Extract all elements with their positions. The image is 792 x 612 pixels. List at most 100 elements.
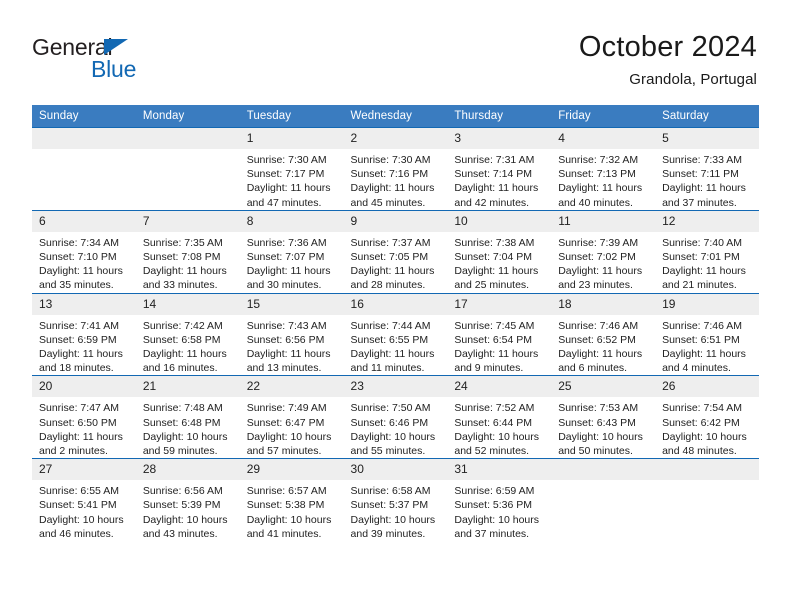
daylight-duration-line1: Daylight: 11 hours <box>558 182 643 195</box>
calendar-day-cell[interactable]: 8 Sunrise: 7:36 AM Sunset: 7:07 PM Daylight… <box>239 209 344 294</box>
sunset-time: Sunset: 7:08 PM <box>142 251 221 264</box>
daylight-duration-line2: and 28 minutes. <box>350 279 426 292</box>
day-number: 23 <box>343 376 448 398</box>
sunrise-time: Sunrise: 6:57 AM <box>246 485 327 498</box>
calendar-day-cell[interactable]: 29 Sunrise: 6:57 AM Sunset: 5:38 PM Dayligh… <box>239 458 344 542</box>
calendar-day-cell[interactable]: 25 Sunrise: 7:53 AM Sunset: 6:43 PM Dayligh… <box>551 375 656 459</box>
calendar-day-cell[interactable]: 15 Sunrise: 7:43 AM Sunset: 6:56 PM Dayligh… <box>239 292 344 376</box>
calendar-day-cell[interactable]: 20 Sunrise: 7:47 AM Sunset: 6:50 PM Dayligh… <box>32 375 136 459</box>
calendar-day-cell[interactable]: 26 Sunrise: 7:54 AM Sunset: 6:42 PM Dayligh… <box>655 375 759 459</box>
daylight-duration-line2: and 50 minutes. <box>558 445 633 458</box>
calendar-day-cell[interactable]: 3 Sunrise: 7:31 AM Sunset: 7:14 PM Daylight… <box>447 127 552 211</box>
calendar-day-cell[interactable]: 24 Sunrise: 7:52 AM Sunset: 6:44 PM Dayligh… <box>447 375 552 459</box>
weekday-header-friday: Friday <box>551 105 656 128</box>
calendar-day-cell[interactable]: 28 Sunrise: 6:56 AM Sunset: 5:39 PM Dayligh… <box>135 458 240 542</box>
sunrise-time: Sunrise: 7:47 AM <box>39 402 119 415</box>
calendar-week-row: 13 Sunrise: 7:41 AM Sunset: 6:59 PM Dayligh… <box>32 292 759 376</box>
daylight-duration-line2: and 33 minutes. <box>142 279 218 292</box>
day-sun-info: Sunrise: 7:54 AM Sunset: 6:42 PM Daylight:… <box>655 397 759 458</box>
day-number: 29 <box>239 459 344 481</box>
daylight-duration-line1: Daylight: 11 hours <box>350 265 435 278</box>
day-number <box>551 459 656 481</box>
sunset-time: Sunset: 6:43 PM <box>558 416 636 429</box>
daylight-duration-line1: Daylight: 11 hours <box>662 265 746 278</box>
daylight-duration-line2: and 39 minutes. <box>350 527 426 540</box>
calendar-day-cell-empty <box>135 127 240 211</box>
daylight-duration-line1: Daylight: 11 hours <box>246 182 331 195</box>
daylight-duration-line2: and 52 minutes. <box>454 445 530 458</box>
day-sun-info: Sunrise: 7:30 AM Sunset: 7:17 PM Daylight:… <box>240 149 344 210</box>
calendar-day-cell[interactable]: 30 Sunrise: 6:58 AM Sunset: 5:37 PM Dayligh… <box>343 458 448 542</box>
calendar-day-cell[interactable]: 19 Sunrise: 7:46 AM Sunset: 6:51 PM Dayligh… <box>655 292 759 376</box>
sunrise-time: Sunrise: 7:43 AM <box>246 319 327 332</box>
daylight-duration-line1: Daylight: 11 hours <box>246 265 331 278</box>
daylight-duration-line2: and 9 minutes. <box>454 362 524 375</box>
daylight-duration-line2: and 47 minutes. <box>246 196 322 209</box>
sunrise-time: Sunrise: 7:45 AM <box>454 319 535 332</box>
day-sun-info: Sunrise: 6:59 AM Sunset: 5:36 PM Daylight:… <box>447 480 551 541</box>
calendar-day-cell[interactable]: 2 Sunrise: 7:30 AM Sunset: 7:16 PM Daylight… <box>343 127 448 211</box>
daylight-duration-line1: Daylight: 10 hours <box>454 430 540 443</box>
daylight-duration-line1: Daylight: 10 hours <box>246 513 332 526</box>
calendar-grid: Sunday Monday Tuesday Wednesday Thursday… <box>32 105 759 542</box>
calendar-day-cell[interactable]: 6 Sunrise: 7:34 AM Sunset: 7:10 PM Daylight… <box>32 209 136 294</box>
sunset-time: Sunset: 7:07 PM <box>246 251 325 264</box>
page-header: General Blue October 2024 Grandola, Port… <box>32 30 757 100</box>
sunset-time: Sunset: 7:05 PM <box>350 251 429 264</box>
calendar-day-cell[interactable]: 18 Sunrise: 7:46 AM Sunset: 6:52 PM Dayligh… <box>551 292 656 376</box>
day-number: 26 <box>655 376 759 398</box>
calendar-day-cell[interactable]: 16 Sunrise: 7:44 AM Sunset: 6:55 PM Dayligh… <box>343 292 448 376</box>
calendar-day-cell[interactable]: 5 Sunrise: 7:33 AM Sunset: 7:11 PM Daylight… <box>655 127 759 211</box>
daylight-duration-line1: Daylight: 10 hours <box>662 430 747 443</box>
daylight-duration-line2: and 18 minutes. <box>39 362 114 375</box>
daylight-duration-line1: Daylight: 10 hours <box>558 430 643 443</box>
calendar-day-cell[interactable]: 9 Sunrise: 7:37 AM Sunset: 7:05 PM Daylight… <box>343 209 448 294</box>
day-sun-info: Sunrise: 7:37 AM Sunset: 7:05 PM Daylight:… <box>344 232 448 293</box>
daylight-duration-line1: Daylight: 11 hours <box>39 265 123 278</box>
calendar-day-cell[interactable]: 1 Sunrise: 7:30 AM Sunset: 7:17 PM Daylight… <box>239 127 344 211</box>
day-number: 17 <box>447 293 552 315</box>
calendar-day-cell[interactable]: 17 Sunrise: 7:45 AM Sunset: 6:54 PM Dayligh… <box>447 292 552 376</box>
calendar-day-cell[interactable]: 12 Sunrise: 7:40 AM Sunset: 7:01 PM Dayligh… <box>655 209 759 294</box>
sunrise-time: Sunrise: 7:33 AM <box>662 154 743 166</box>
sunrise-time: Sunrise: 7:39 AM <box>558 236 639 249</box>
sunrise-time: Sunrise: 7:50 AM <box>350 402 431 415</box>
calendar-day-cell[interactable]: 7 Sunrise: 7:35 AM Sunset: 7:08 PM Daylight… <box>135 209 240 294</box>
daylight-duration-line1: Daylight: 10 hours <box>350 430 436 443</box>
day-sun-info: Sunrise: 7:39 AM Sunset: 7:02 PM Daylight:… <box>551 232 655 293</box>
day-number: 3 <box>447 128 552 149</box>
logo-triangle-icon <box>104 39 128 55</box>
day-number: 25 <box>551 376 656 398</box>
calendar-day-cell[interactable]: 4 Sunrise: 7:32 AM Sunset: 7:13 PM Daylight… <box>551 127 656 211</box>
calendar-day-cell[interactable]: 10 Sunrise: 7:38 AM Sunset: 7:04 PM Dayligh… <box>447 209 552 294</box>
day-number: 22 <box>239 376 344 398</box>
weekday-header-sunday: Sunday <box>32 105 136 128</box>
day-number: 11 <box>551 210 656 232</box>
daylight-duration-line2: and 59 minutes. <box>142 445 218 458</box>
day-sun-info: Sunrise: 6:56 AM Sunset: 5:39 PM Daylight:… <box>136 480 240 541</box>
daylight-duration-line1: Daylight: 11 hours <box>246 348 331 361</box>
sunrise-time: Sunrise: 7:53 AM <box>558 402 639 415</box>
calendar-day-cell[interactable]: 21 Sunrise: 7:48 AM Sunset: 6:48 PM Dayligh… <box>135 375 240 459</box>
calendar-week-row: 6 Sunrise: 7:34 AM Sunset: 7:10 PM Daylight… <box>32 209 759 294</box>
calendar-body: 1 Sunrise: 7:30 AM Sunset: 7:17 PM Daylight… <box>32 127 759 542</box>
day-sun-info: Sunrise: 7:42 AM Sunset: 6:58 PM Daylight:… <box>136 315 240 376</box>
day-sun-info: Sunrise: 7:52 AM Sunset: 6:44 PM Daylight:… <box>447 397 551 458</box>
calendar-day-cell[interactable]: 27 Sunrise: 6:55 AM Sunset: 5:41 PM Dayligh… <box>32 458 136 542</box>
daylight-duration-line2: and 30 minutes. <box>246 279 322 292</box>
day-number: 20 <box>32 376 136 398</box>
sunset-time: Sunset: 6:44 PM <box>454 416 533 429</box>
calendar-day-cell[interactable]: 11 Sunrise: 7:39 AM Sunset: 7:02 PM Dayligh… <box>551 209 656 294</box>
calendar-day-cell[interactable]: 22 Sunrise: 7:49 AM Sunset: 6:47 PM Dayligh… <box>239 375 344 459</box>
calendar-day-cell[interactable]: 23 Sunrise: 7:50 AM Sunset: 6:46 PM Dayligh… <box>343 375 448 459</box>
calendar-day-cell[interactable]: 13 Sunrise: 7:41 AM Sunset: 6:59 PM Dayligh… <box>32 292 136 376</box>
calendar-day-cell[interactable]: 31 Sunrise: 6:59 AM Sunset: 5:36 PM Dayligh… <box>447 458 552 542</box>
sunset-time: Sunset: 6:56 PM <box>246 333 325 346</box>
calendar-day-cell[interactable]: 14 Sunrise: 7:42 AM Sunset: 6:58 PM Dayligh… <box>135 292 240 376</box>
sunset-time: Sunset: 6:46 PM <box>350 416 429 429</box>
weekday-header-monday: Monday <box>135 105 240 128</box>
day-sun-info: Sunrise: 6:57 AM Sunset: 5:38 PM Daylight:… <box>240 480 344 541</box>
sunset-time: Sunset: 6:52 PM <box>558 333 636 346</box>
weekday-header-row: Sunday Monday Tuesday Wednesday Thursday… <box>32 105 759 128</box>
calendar-day-cell-empty <box>32 127 136 211</box>
